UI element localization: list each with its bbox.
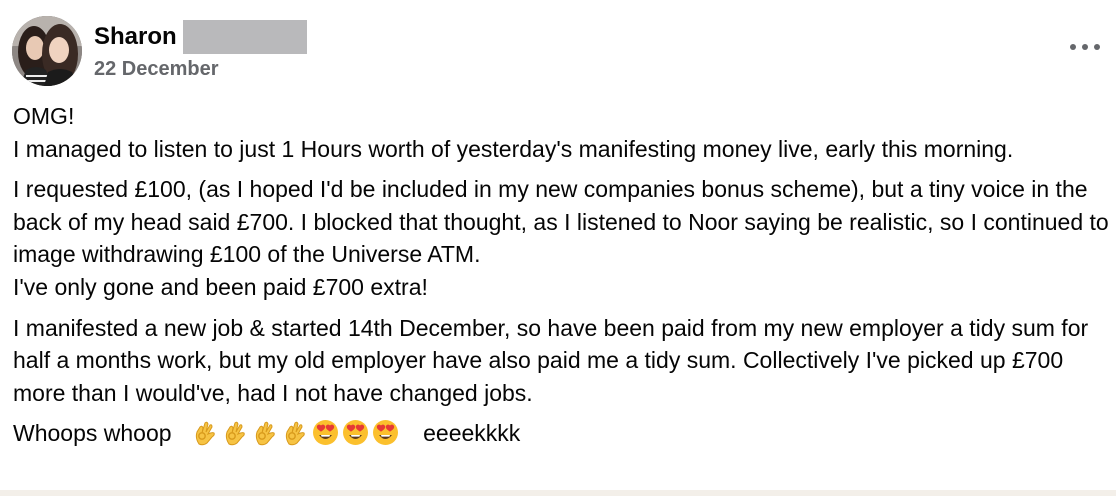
post-line: I've only gone and been paid £700 extra! xyxy=(13,273,428,300)
ok-hand-emoji xyxy=(192,419,219,446)
author-name[interactable]: Sharon xyxy=(94,22,177,52)
more-options-button[interactable] xyxy=(1068,36,1102,56)
ok-hand-emoji xyxy=(282,419,309,446)
post-line: I requested £100, (as I hoped I'd be inc… xyxy=(13,176,1109,268)
redacted-surname xyxy=(182,20,307,54)
more-horizontal-icon-dot xyxy=(1082,44,1088,50)
ok-hand-emoji xyxy=(222,419,249,446)
heart-eyes-emoji xyxy=(312,419,339,446)
closing-suffix: eeeekkkk xyxy=(423,420,521,447)
post-line: I managed to listen to just 1 Hours wort… xyxy=(13,135,1014,162)
post-line: OMG! xyxy=(13,103,75,129)
more-horizontal-icon xyxy=(1070,44,1076,50)
author-avatar[interactable] xyxy=(12,16,82,86)
more-horizontal-icon-dot xyxy=(1094,44,1100,50)
post-paragraph: OMG! I managed to listen to just 1 Hours… xyxy=(13,100,1111,165)
post-header: Sharon 22 December xyxy=(12,14,1102,86)
heart-eyes-emoji xyxy=(342,419,369,446)
author-line: Sharon xyxy=(94,20,307,54)
post-paragraph: I requested £100, (as I hoped I'd be inc… xyxy=(13,173,1111,303)
emoji-row xyxy=(192,420,402,446)
post-card: Sharon 22 December OMG! I managed to lis… xyxy=(0,0,1116,496)
heart-eyes-emoji xyxy=(372,419,399,446)
post-date[interactable]: 22 December xyxy=(94,56,219,82)
post-body: OMG! I managed to listen to just 1 Hours… xyxy=(13,100,1111,458)
closing-text: Whoops whoop xyxy=(13,420,172,447)
card-bottom-edge xyxy=(0,490,1116,496)
post-line: I manifested a new job & started 14th De… xyxy=(13,314,1089,406)
avatar-photo xyxy=(12,16,82,86)
post-paragraph: I manifested a new job & started 14th De… xyxy=(13,312,1111,410)
ok-hand-emoji xyxy=(252,419,279,446)
post-closing-line: Whoops whoop eeeekkkk xyxy=(13,417,1111,450)
